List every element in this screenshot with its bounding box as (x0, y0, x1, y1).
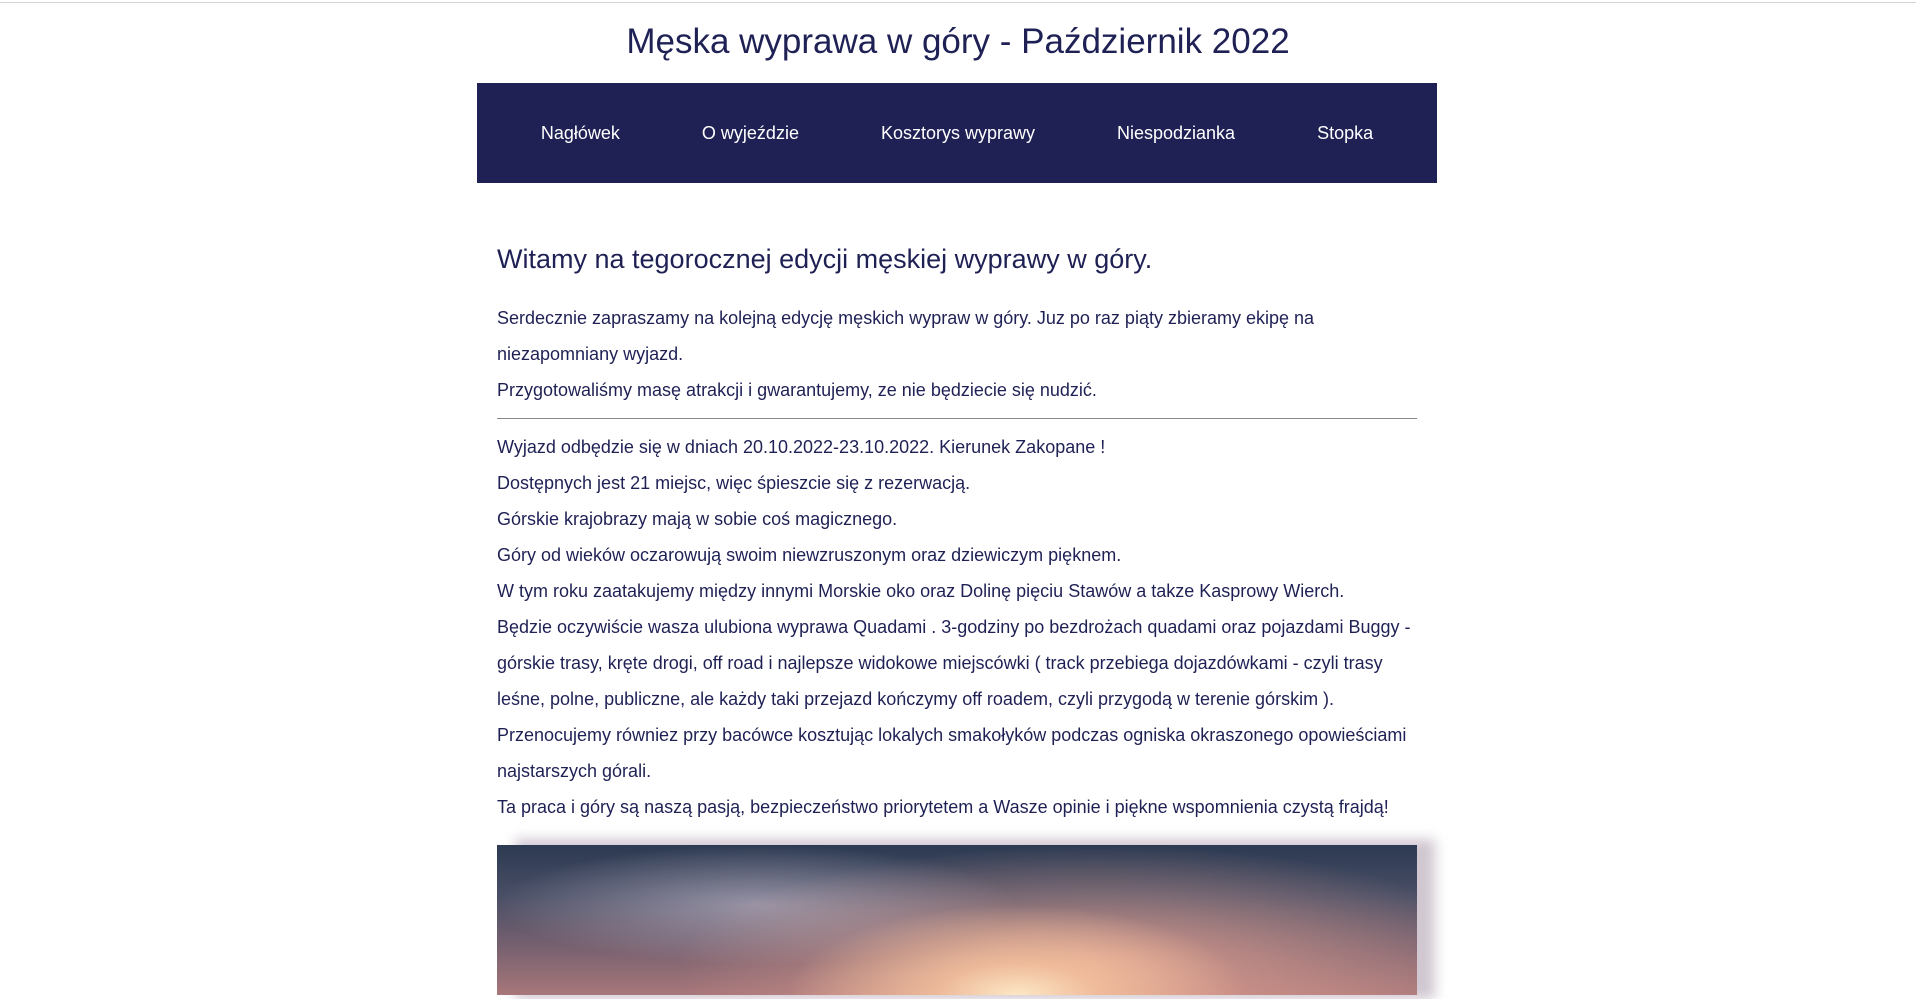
detail-paragraph: Będzie oczywiście wasza ulubiona wyprawa… (497, 617, 1411, 709)
section-divider (497, 418, 1417, 419)
detail-paragraph: Przenocujemy równiez przy bacówce kosztu… (497, 725, 1407, 781)
detail-paragraph: Dostępnych jest 21 miejsc, więc śpieszci… (497, 473, 971, 493)
nav-item-stopka[interactable]: Stopka (1276, 122, 1414, 144)
page-title: Męska wyprawa w góry - Październik 2022 (626, 22, 1290, 61)
welcome-heading: Witamy na tegorocznej edycji męskiej wyp… (497, 244, 1153, 274)
nav-item-o-wyjezdzie[interactable]: O wyjeździe (661, 122, 840, 144)
nav-item-kosztorys[interactable]: Kosztorys wyprawy (840, 122, 1076, 144)
main-content: Witamy na tegorocznej edycji męskiej wyp… (497, 242, 1435, 999)
detail-paragraph: Góry od wieków oczarowują swoim niewzrus… (497, 545, 1122, 565)
detail-paragraph: W tym roku zaatakujemy między innymi Mor… (497, 581, 1345, 601)
nav-item-naglowek[interactable]: Nagłówek (500, 122, 661, 144)
top-border-line (0, 2, 1916, 3)
mountain-photo-frame (497, 839, 1435, 999)
main-navigation: Nagłówek O wyjeździe Kosztorys wyprawy N… (477, 83, 1437, 183)
intro-paragraph: Przygotowaliśmy masę atrakcji i gwarantu… (497, 380, 1097, 400)
intro-paragraph: Serdecznie zapraszamy na kolejną edycję … (497, 308, 1315, 364)
detail-paragraph: Wyjazd odbędzie się w dniach 20.10.2022-… (497, 437, 1106, 457)
mountain-sunset-photo (497, 845, 1417, 995)
detail-paragraph: Górskie krajobrazy mają w sobie coś magi… (497, 509, 898, 529)
nav-item-niespodzianka[interactable]: Niespodzianka (1076, 122, 1276, 144)
detail-paragraph: Ta praca i góry są naszą pasją, bezpiecz… (497, 797, 1389, 817)
